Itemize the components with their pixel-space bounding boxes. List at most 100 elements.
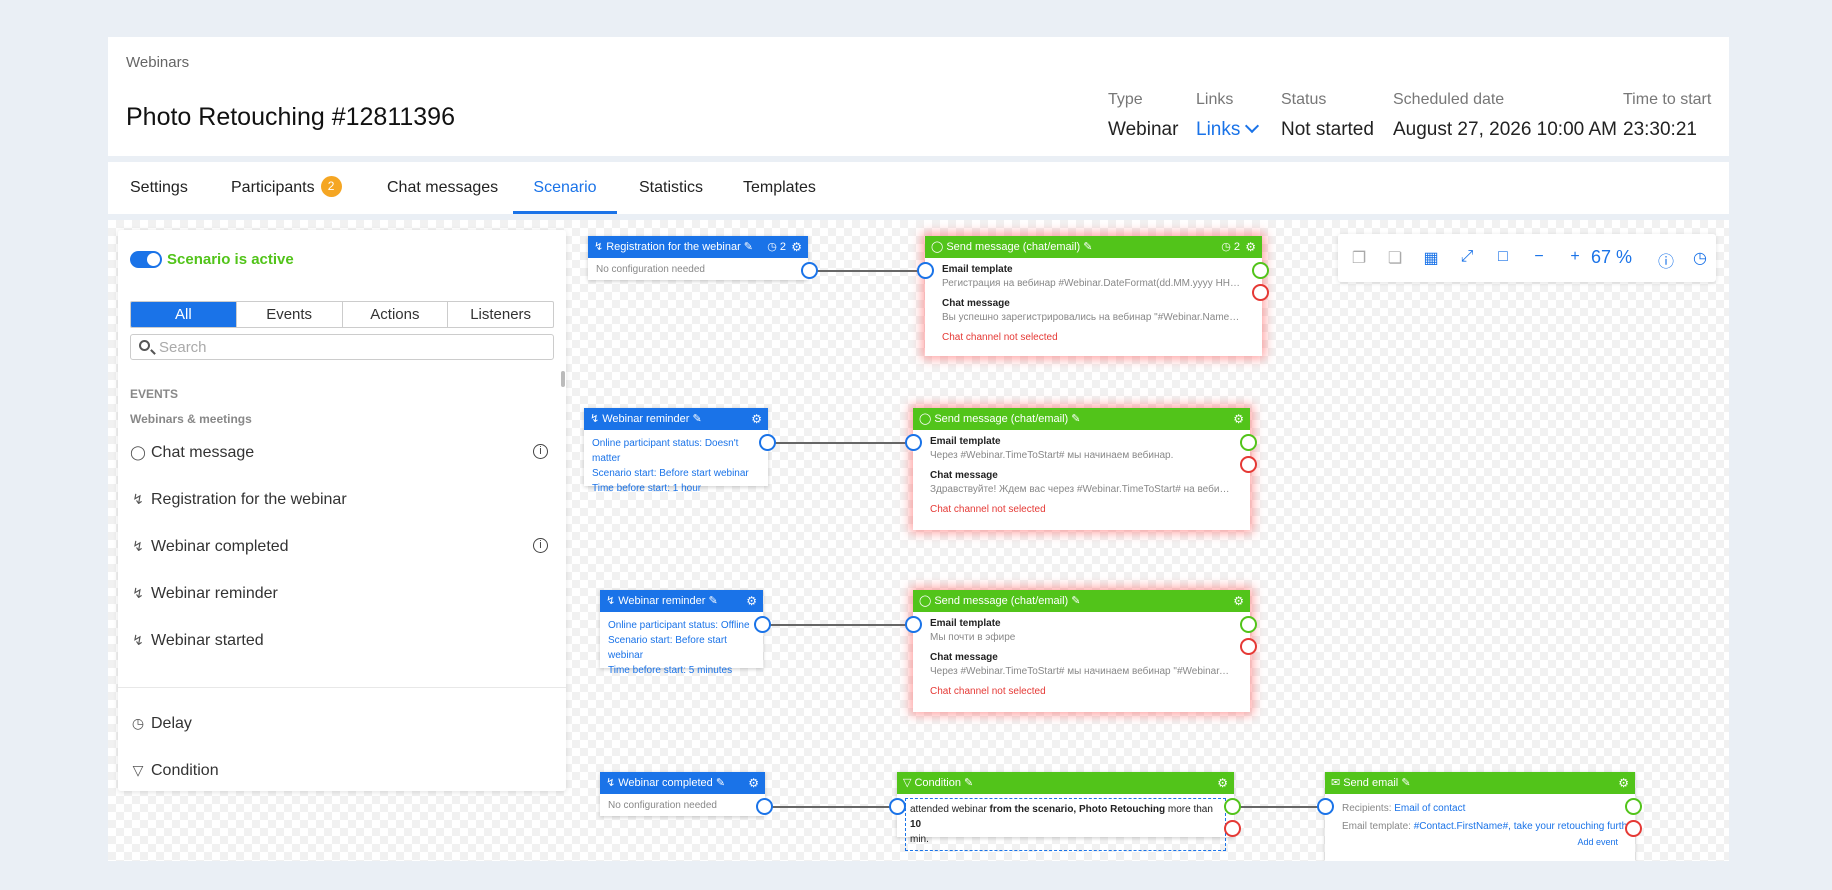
meta-status-label: Status	[1281, 91, 1327, 108]
output-port[interactable]	[759, 434, 776, 451]
node-condition[interactable]: ▽ Condition ✎ ⚙ attended webinar from the…	[889, 772, 1241, 851]
input-port[interactable]	[905, 616, 922, 633]
panel-item-condition[interactable]: ▽ Condition	[130, 760, 554, 784]
edit-icon[interactable]: ✎	[964, 777, 973, 789]
select-area-icon[interactable]: □	[1492, 248, 1514, 266]
help-icon[interactable]: ⓘ	[1655, 248, 1677, 272]
panel-item-webinar-reminder[interactable]: ↯ Webinar reminder	[130, 583, 554, 607]
email-template-label: Email template:	[1342, 821, 1411, 832]
output-port-failure[interactable]	[1224, 820, 1241, 837]
fit-screen-icon[interactable]: ⤢	[1456, 248, 1478, 266]
zoom-out-icon[interactable]: −	[1528, 248, 1550, 266]
node-header: ◯ Send message (chat/email) ✎ ⚙	[913, 408, 1250, 430]
item-label: Registration for the webinar	[151, 491, 347, 508]
edit-icon[interactable]: ✎	[744, 241, 753, 253]
output-port[interactable]	[801, 262, 818, 279]
node-webinar-reminder[interactable]: ↯ Webinar reminder ✎ ⚙ Online participant…	[584, 408, 776, 494]
output-port-failure[interactable]	[1240, 456, 1257, 473]
search-input[interactable]	[159, 337, 539, 357]
output-port-failure[interactable]	[1625, 820, 1642, 837]
gear-icon[interactable]: ⚙	[1217, 772, 1228, 794]
tab-participants[interactable]: Participants 2	[231, 162, 342, 214]
node-send-message[interactable]: ◯ Send message (chat/email) ✎ ⚙ Email tem…	[905, 590, 1257, 712]
output-port[interactable]	[754, 616, 771, 633]
paste-icon[interactable]: ❏	[1384, 248, 1406, 268]
history-icon[interactable]: ◷	[1689, 248, 1711, 268]
gear-icon[interactable]: ⚙	[1233, 408, 1244, 430]
input-port[interactable]	[905, 434, 922, 451]
clock-icon: ◷	[131, 715, 145, 731]
condition-expression[interactable]: attended webinar from the scenario, Phot…	[905, 798, 1226, 851]
gear-icon[interactable]: ⚙	[746, 590, 757, 612]
tab-templates[interactable]: Templates	[743, 162, 816, 214]
filter-all[interactable]: All	[131, 302, 236, 327]
panel-item-webinar-completed[interactable]: ↯ Webinar completed i	[130, 536, 554, 560]
gear-icon[interactable]: ⚙	[1233, 590, 1244, 612]
panel-scrollbar[interactable]	[561, 371, 565, 387]
filter-listeners[interactable]: Listeners	[447, 302, 553, 327]
breadcrumb[interactable]: Webinars	[126, 54, 189, 71]
copy-icon[interactable]: ❐	[1348, 248, 1370, 268]
lightning-icon: ↯	[594, 241, 604, 253]
info-icon[interactable]: i	[533, 538, 548, 553]
output-port-success[interactable]	[1224, 798, 1241, 815]
gear-icon[interactable]: ⚙	[1245, 236, 1256, 258]
gear-icon[interactable]: ⚙	[751, 408, 762, 430]
zoom-in-icon[interactable]: +	[1564, 248, 1586, 266]
input-port[interactable]	[917, 262, 934, 279]
scenario-canvas[interactable]: Scenario is active All Events Actions Li…	[108, 220, 1729, 861]
scenario-active-toggle[interactable]	[130, 251, 162, 268]
counter: ◷ 2	[1221, 236, 1240, 258]
gear-icon[interactable]: ⚙	[748, 772, 759, 794]
output-port-success[interactable]	[1252, 262, 1269, 279]
node-header: ↯ Webinar completed ✎ ⚙	[600, 772, 765, 794]
panel-item-registration[interactable]: ↯ Registration for the webinar	[130, 489, 554, 513]
info-icon[interactable]: i	[533, 444, 548, 459]
input-port[interactable]	[1317, 798, 1334, 815]
output-port[interactable]	[756, 798, 773, 815]
grid-layout-icon[interactable]: ▦	[1420, 248, 1442, 268]
node-title: Webinar reminder	[602, 413, 690, 425]
node-webinar-reminder[interactable]: ↯ Webinar reminder ✎ ⚙ Online participant…	[600, 590, 771, 676]
edit-icon[interactable]: ✎	[1071, 413, 1080, 425]
condition-text: Photo Retouching	[1076, 804, 1166, 815]
connection-line	[1237, 806, 1325, 808]
node-title: Webinar reminder	[618, 595, 706, 607]
chat-bubble-icon: ◯	[919, 595, 932, 607]
participants-count-badge: 2	[320, 176, 342, 197]
edit-icon[interactable]: ✎	[1071, 595, 1080, 607]
tab-scenario[interactable]: Scenario	[513, 162, 617, 214]
node-body: Email template Через #Webinar.TimeToStar…	[913, 430, 1250, 521]
output-port-success[interactable]	[1240, 434, 1257, 451]
output-port-failure[interactable]	[1252, 284, 1269, 301]
filter-actions[interactable]: Actions	[341, 302, 448, 327]
tab-settings[interactable]: Settings	[130, 162, 188, 214]
node-webinar-completed[interactable]: ↯ Webinar completed ✎ ⚙ No configuration …	[600, 772, 773, 816]
output-port-success[interactable]	[1240, 616, 1257, 633]
edit-icon[interactable]: ✎	[693, 413, 702, 425]
lightning-icon: ↯	[132, 632, 144, 648]
node-send-message[interactable]: ◯ Send message (chat/email) ✎ ◷ 2 ⚙ Email…	[917, 236, 1269, 356]
gear-icon[interactable]: ⚙	[1618, 772, 1629, 794]
filter-events[interactable]: Events	[235, 302, 342, 327]
panel-item-chat-message[interactable]: ◯ Chat message i	[130, 442, 554, 466]
links-dropdown[interactable]: Links	[1196, 118, 1260, 141]
edit-icon[interactable]: ✎	[709, 595, 718, 607]
node-registration[interactable]: ↯ Registration for the webinar ✎ ◷ 2 ⚙ No…	[588, 236, 818, 280]
output-port-failure[interactable]	[1240, 638, 1257, 655]
output-port-success[interactable]	[1625, 798, 1642, 815]
panel-item-delay[interactable]: ◷ Delay	[130, 713, 554, 737]
input-port[interactable]	[889, 798, 906, 815]
panel-item-webinar-started[interactable]: ↯ Webinar started	[130, 630, 554, 654]
node-send-message[interactable]: ◯ Send message (chat/email) ✎ ⚙ Email tem…	[905, 408, 1257, 530]
tab-chat-messages[interactable]: Chat messages	[387, 162, 498, 214]
tab-label: Statistics	[639, 179, 704, 196]
edit-icon[interactable]: ✎	[716, 777, 725, 789]
add-event-link[interactable]: Add event	[1342, 836, 1618, 848]
edit-icon[interactable]: ✎	[1083, 241, 1092, 253]
connection-line	[810, 270, 925, 272]
edit-icon[interactable]: ✎	[1401, 777, 1410, 789]
gear-icon[interactable]: ⚙	[791, 236, 802, 258]
node-send-email[interactable]: ✉ Send email ✎ ⚙ Recipients: Email of con…	[1317, 772, 1642, 861]
tab-statistics[interactable]: Statistics	[639, 162, 703, 214]
